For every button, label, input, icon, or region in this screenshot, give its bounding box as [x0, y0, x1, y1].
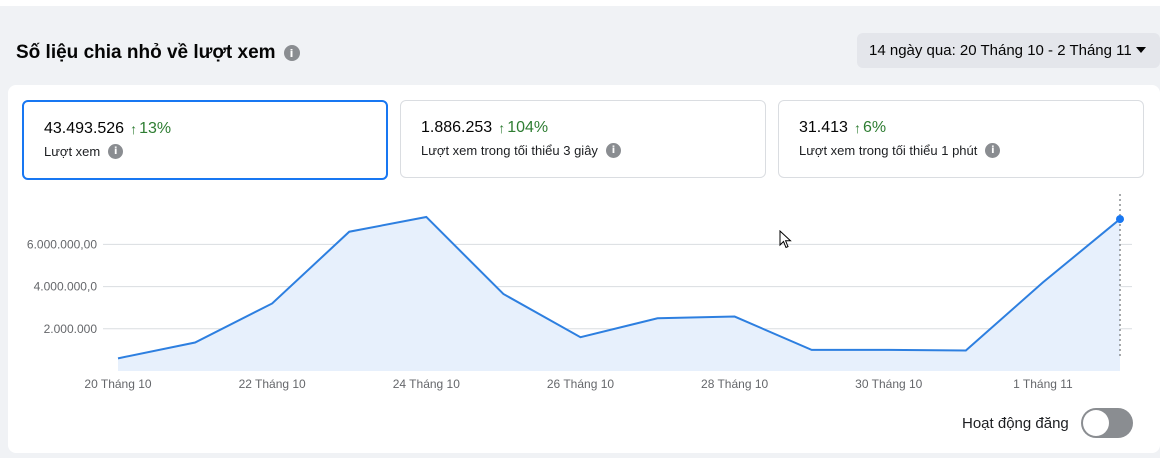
post-activity-toggle-group: Hoạt động đăng	[962, 408, 1133, 438]
metric-delta-value: 13%	[139, 120, 172, 137]
metric-value: 31.413	[799, 119, 848, 136]
metric-delta-value: 6%	[862, 119, 887, 136]
x-tick-label: 26 Tháng 10	[547, 377, 614, 391]
metric-card-views[interactable]: 43.493.526 ↑ 13% Lượt xem i	[22, 100, 388, 180]
mouse-cursor-icon	[779, 230, 792, 249]
metric-delta: ↑ 13%	[130, 120, 171, 138]
info-icon[interactable]: i	[985, 143, 1001, 158]
metric-delta: ↑ 6%	[854, 119, 886, 137]
metric-delta: ↑ 104%	[498, 119, 548, 137]
data-point	[1116, 215, 1124, 224]
x-tick-label: 24 Tháng 10	[393, 377, 460, 391]
y-tick-label: 6.000.000,00	[27, 237, 97, 251]
metric-delta-value: 104%	[507, 119, 549, 136]
arrow-up-icon: ↑	[130, 121, 138, 137]
page-title: Số liệu chia nhỏ về lượt xem i	[16, 42, 300, 64]
metric-card-1min-views[interactable]: 31.413 ↑ 6% Lượt xem trong tối thiểu 1 ph…	[778, 100, 1144, 178]
info-icon[interactable]: i	[605, 143, 621, 158]
metric-value: 43.493.526	[44, 120, 125, 137]
x-tick-label: 30 Tháng 10	[855, 377, 922, 391]
toggle-label: Hoạt động đăng	[962, 414, 1069, 432]
info-icon[interactable]: i	[108, 144, 124, 159]
arrow-up-icon: ↑	[853, 120, 861, 136]
y-tick-label: 2.000.000	[44, 322, 98, 336]
metric-value: 1.886.253	[421, 119, 493, 136]
metric-label: Lượt xem trong tối thiểu 1 phút	[799, 143, 978, 158]
arrow-up-icon: ↑	[498, 120, 506, 136]
x-tick-label: 22 Tháng 10	[239, 377, 306, 391]
metric-card-3s-views[interactable]: 1.886.253 ↑ 104% Lượt xem trong tối thiểu…	[400, 100, 766, 178]
x-tick-label: 28 Tháng 10	[701, 377, 768, 391]
date-range-label: 14 ngày qua: 20 Tháng 10 - 2 Tháng 11	[869, 42, 1132, 59]
date-range-dropdown[interactable]: 14 ngày qua: 20 Tháng 10 - 2 Tháng 11	[857, 33, 1160, 68]
toggle-knob	[1082, 410, 1109, 436]
info-icon[interactable]: i	[283, 45, 300, 61]
metric-label: Lượt xem trong tối thiểu 3 giây	[421, 143, 598, 158]
page-title-text: Số liệu chia nhỏ về lượt xem	[16, 42, 276, 63]
x-tick-label: 20 Tháng 10	[84, 377, 151, 391]
post-activity-toggle[interactable]	[1080, 408, 1133, 438]
caret-down-icon	[1136, 47, 1146, 53]
x-tick-label: 1 Tháng 11	[1013, 377, 1073, 391]
metric-label: Lượt xem	[44, 144, 101, 159]
views-area-chart[interactable]: 2.000.000 4.000.000,0 6.000.000,00 20 Tháng…	[0, 180, 1160, 400]
y-tick-label: 4.000.000,0	[34, 280, 98, 294]
